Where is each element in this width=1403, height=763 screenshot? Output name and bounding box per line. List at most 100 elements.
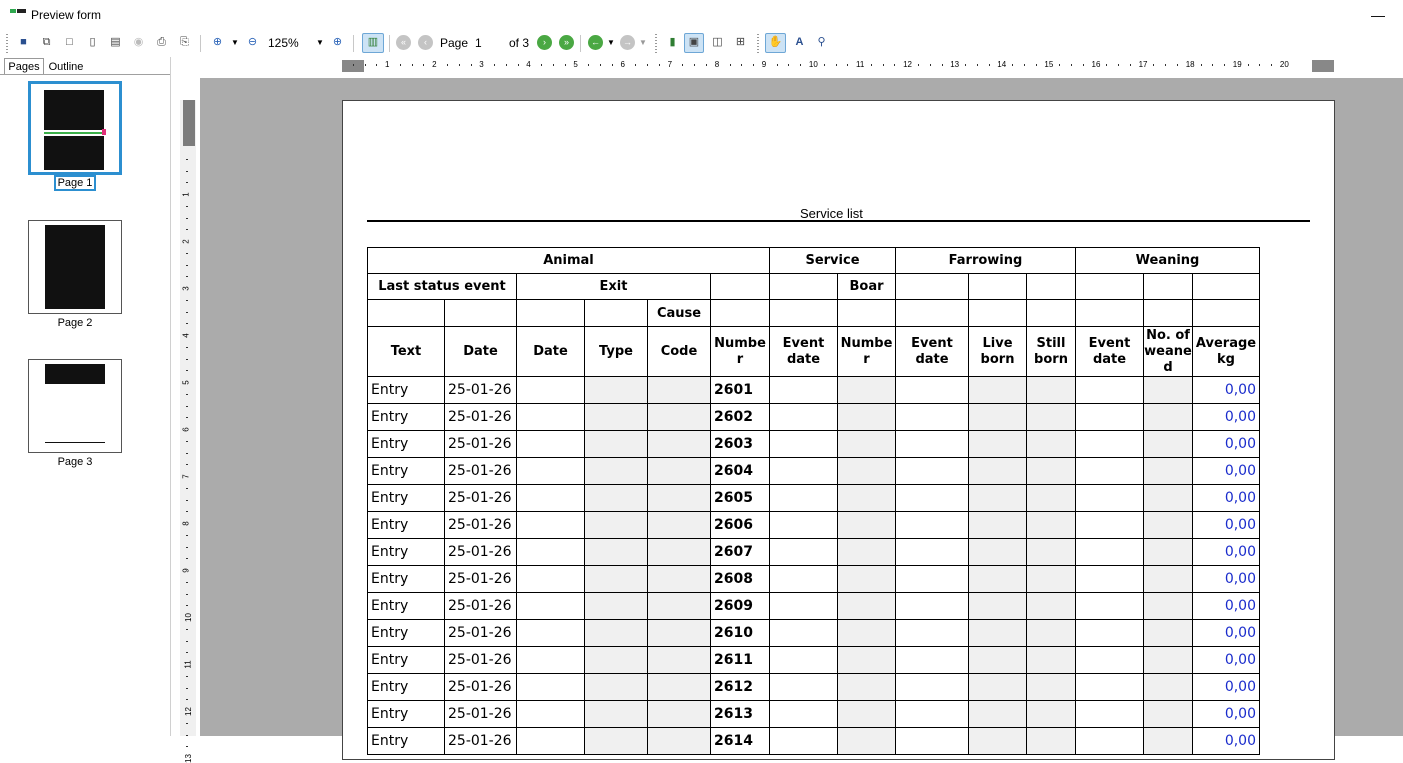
empty-cell [647, 511, 711, 539]
zoom-in-dropdown-icon[interactable]: ▼ [231, 38, 239, 47]
empty-cell [516, 565, 585, 593]
empty-cell [1026, 646, 1076, 674]
empty-cell [1143, 565, 1193, 593]
empty-cell [895, 484, 969, 512]
app-icon [10, 9, 26, 19]
save-all-icon[interactable]: ⧉ [38, 34, 55, 51]
empty-cell [516, 511, 585, 539]
first-page-icon[interactable]: « [396, 35, 411, 50]
empty-cell [1143, 511, 1193, 539]
zoom-select[interactable]: 125% [268, 36, 299, 50]
ruler-number: 19 [1232, 60, 1242, 69]
empty-cell [1075, 511, 1144, 539]
empty-cell [968, 673, 1027, 701]
empty-cell [647, 646, 711, 674]
cell-text: Entry [367, 376, 445, 404]
empty-cell [1143, 700, 1193, 728]
two-pages-icon[interactable]: ◫ [709, 34, 726, 51]
single-page-icon[interactable]: ▮ [664, 34, 681, 51]
empty-cell [1075, 592, 1144, 620]
horizontal-ruler: 1 2 3 4 5 6 7 8 9 10 11 12 13 14 15 16 17 18 19 20 [342, 59, 1334, 73]
cell-number: 2610 [710, 619, 770, 647]
empty-cell [647, 700, 711, 728]
forward-icon[interactable]: → [620, 35, 635, 50]
empty-cell [647, 457, 711, 485]
empty-cell [769, 457, 838, 485]
empty-cell [769, 538, 838, 566]
cell-average-kg: 0,00 [1192, 403, 1260, 431]
empty-cell [584, 592, 648, 620]
page-width-icon[interactable]: ▣ [684, 33, 704, 53]
minimize-button[interactable]: — [1366, 4, 1390, 26]
empty-cell [769, 673, 838, 701]
ruler-number: 20 [1279, 60, 1289, 69]
empty-cell [1075, 646, 1144, 674]
empty-cell [895, 511, 969, 539]
back-dropdown-icon[interactable]: ▼ [607, 38, 615, 47]
ruler-number: 5 [573, 60, 578, 69]
page-number-input[interactable]: 1 [475, 36, 482, 50]
prev-page-icon[interactable]: ‹ [418, 35, 433, 50]
zoom-in-icon[interactable]: ⊕ [209, 34, 226, 51]
header-cause: Cause [647, 299, 711, 327]
tab-pages[interactable]: Pages [4, 58, 44, 75]
empty-cell [837, 592, 896, 620]
print-icon[interactable]: ⎙ [153, 34, 170, 51]
ruler-number: 8 [714, 60, 720, 69]
zoom-add-icon[interactable]: ⊕ [329, 34, 346, 51]
col-text: Text [367, 326, 445, 377]
ruler-number: 8 [181, 521, 191, 526]
empty-cell [1143, 457, 1193, 485]
vertical-ruler-grip[interactable] [183, 100, 195, 146]
empty-cell [968, 727, 1027, 755]
ruler-number: 6 [620, 60, 625, 69]
empty-cell [647, 592, 711, 620]
empty-cell [584, 538, 648, 566]
export-icon[interactable]: ▤ [107, 34, 124, 51]
print-setup-icon[interactable]: ⎘ [176, 34, 193, 51]
page-thumbnail-1[interactable] [28, 81, 122, 175]
hand-tool-icon[interactable]: ✋ [765, 33, 786, 53]
empty-cell [968, 376, 1027, 404]
empty-cell [1026, 403, 1076, 431]
ruler-number: 11 [183, 660, 193, 669]
cell-text: Entry [367, 592, 445, 620]
ruler-number: 3 [181, 286, 191, 291]
multi-page-icon[interactable]: ⊞ [732, 34, 749, 51]
page-thumbnail-3[interactable] [28, 359, 122, 453]
cell-date: 25-01-26 [444, 700, 517, 728]
window-title: Preview form [31, 8, 102, 22]
cell-date: 25-01-26 [444, 457, 517, 485]
save-icon[interactable]: ■ [15, 34, 32, 51]
next-page-icon[interactable]: › [537, 35, 552, 50]
text-select-icon[interactable]: A [791, 34, 808, 51]
zoom-dropdown-icon[interactable]: ▼ [316, 38, 324, 47]
back-icon[interactable]: ← [588, 35, 603, 50]
thumbnail-toggle-icon[interactable]: ▥ [362, 33, 384, 53]
stop-icon[interactable]: ◉ [130, 34, 147, 51]
cell-date: 25-01-26 [444, 673, 517, 701]
cell-number: 2611 [710, 646, 770, 674]
cell-text: Entry [367, 430, 445, 458]
last-page-icon[interactable]: » [559, 35, 574, 50]
find-icon[interactable]: ⚲ [813, 34, 830, 51]
empty-cell [1143, 619, 1193, 647]
empty-cell [968, 430, 1027, 458]
table-row: Entry 25-01-26 2604 0,00 [367, 457, 1260, 485]
empty-cell [584, 646, 648, 674]
page-thumbnail-2[interactable] [28, 220, 122, 314]
empty-cell [584, 727, 648, 755]
zoom-out-icon[interactable]: ⊖ [244, 34, 261, 51]
cell-number: 2604 [710, 457, 770, 485]
empty-cell [647, 727, 711, 755]
toolbar-grip [757, 34, 759, 53]
empty-cell [516, 457, 585, 485]
table-row: Entry 25-01-26 2608 0,00 [367, 565, 1260, 593]
thumbnail-panel: Pages Outline Page 1 Page 2 Page 3 [0, 57, 171, 736]
empty-cell [584, 376, 648, 404]
page-icon[interactable]: ▯ [84, 34, 101, 51]
copy-icon[interactable]: □ [61, 34, 78, 51]
tab-outline[interactable]: Outline [46, 60, 86, 74]
header-animal: Animal [367, 247, 770, 274]
forward-dropdown-icon[interactable]: ▼ [639, 38, 647, 47]
